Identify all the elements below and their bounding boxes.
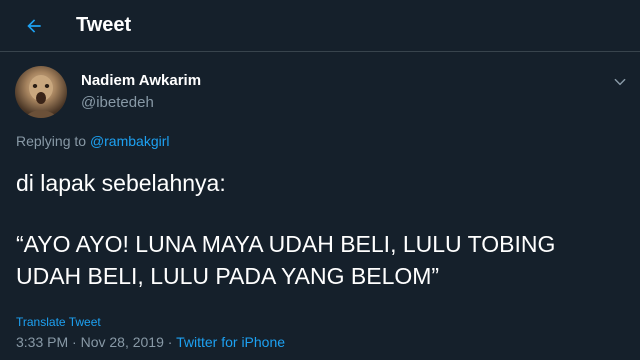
tweet-source-link[interactable]: Twitter for iPhone [176, 334, 285, 350]
replying-to: Replying to @rambakgirl [16, 132, 170, 150]
tweet-text-quote: “AYO AYO! LUNA MAYA UDAH BELI, LULU TOBI… [16, 231, 556, 289]
meta-separator: · [72, 334, 77, 350]
tweet-time: 3:33 PM [16, 334, 69, 350]
translate-tweet-link[interactable]: Translate Tweet [16, 315, 101, 329]
tweet-text-line: di lapak sebelahnya: [16, 170, 226, 196]
tweet-meta: 3:33 PM · Nov 28, 2019 · Twitter for iPh… [16, 333, 285, 351]
tweet-date: Nov 28, 2019 [80, 334, 164, 350]
avatar-image [23, 75, 59, 118]
tweet-menu-button[interactable] [608, 70, 632, 94]
replying-prefix: Replying to [16, 133, 87, 149]
meta-separator: · [167, 334, 173, 350]
arrow-left-icon [27, 19, 41, 33]
author-name[interactable]: Nadiem Awkarim [81, 72, 201, 90]
avatar[interactable] [15, 66, 67, 118]
back-button[interactable] [16, 8, 52, 44]
top-bar: Tweet [0, 0, 640, 52]
chevron-down-icon [614, 78, 626, 86]
mention-link[interactable]: @rambakgirl [90, 133, 170, 149]
page-title: Tweet [76, 14, 132, 36]
author-handle[interactable]: @ibetedeh [81, 94, 154, 112]
